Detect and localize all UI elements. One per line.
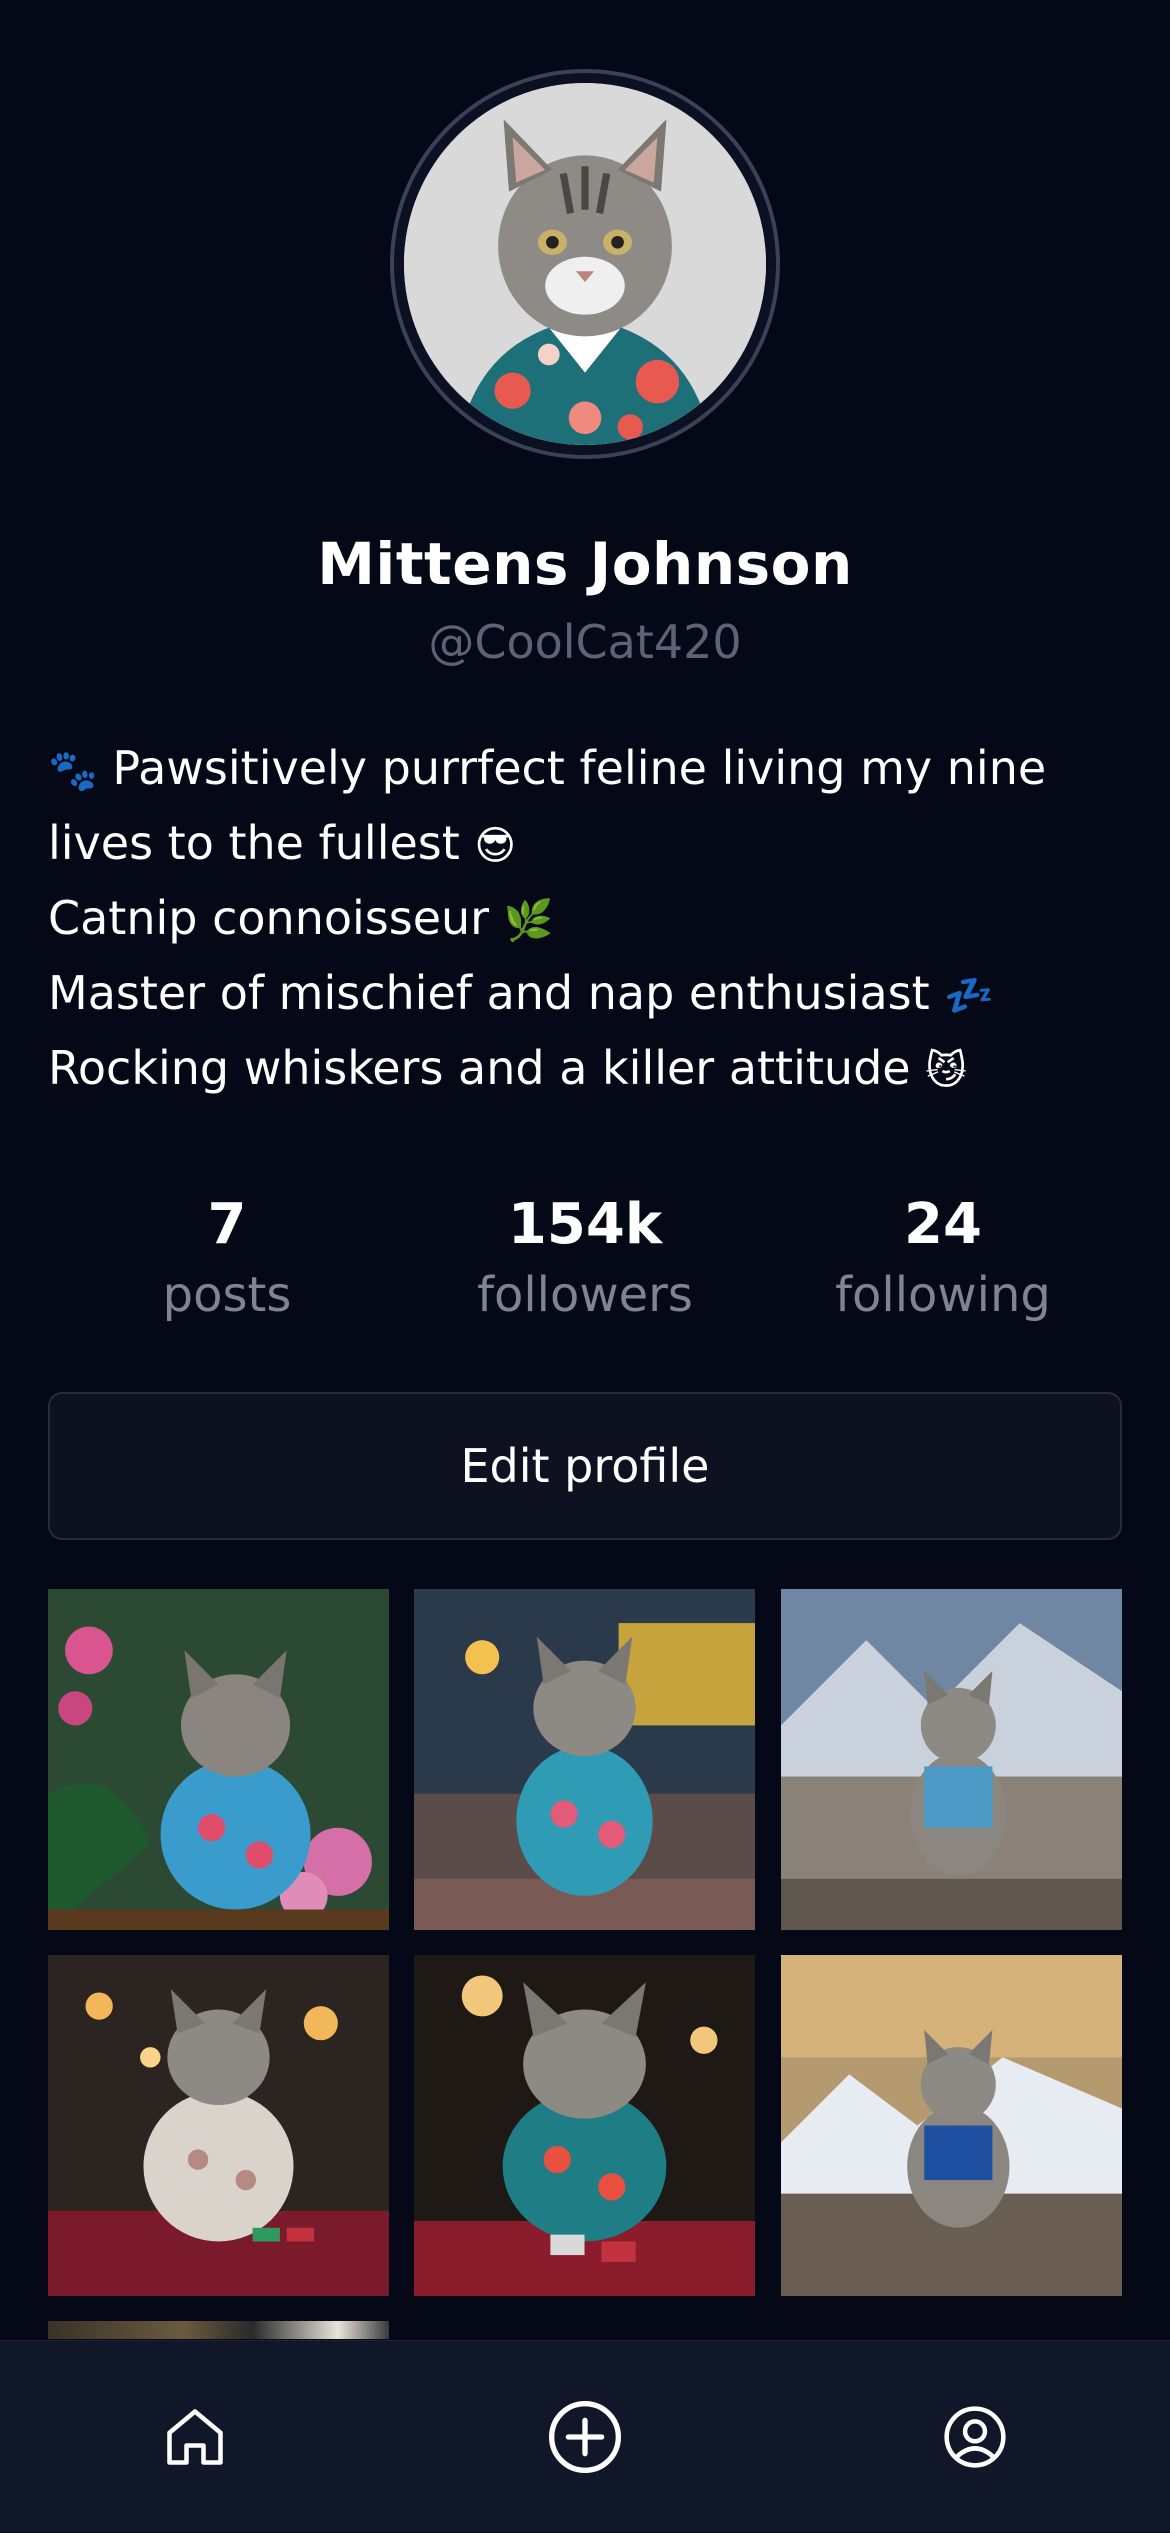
stat-posts[interactable]: 7 posts <box>48 1190 406 1350</box>
sunglasses-emoji-icon: 😎 <box>474 823 517 869</box>
post-image <box>48 1589 389 1930</box>
post-partial[interactable] <box>48 2321 389 2339</box>
stat-following-value: 24 <box>904 1192 982 1257</box>
stat-following[interactable]: 24 following <box>764 1190 1122 1350</box>
nav-profile-button[interactable] <box>900 2341 1050 2533</box>
herb-emoji-icon: 🌿 <box>503 898 554 944</box>
bio-line: Master of mischief and nap enthusiast 💤 <box>48 966 995 1020</box>
cat-avatar-illustration <box>404 83 766 445</box>
post-cat-flowers[interactable] <box>48 1589 389 1930</box>
profile-page: Mittens Johnson @CoolCat420 🐾 Pawsitivel… <box>0 0 1170 2532</box>
post-cat-mountain-sunset[interactable] <box>781 1955 1122 2296</box>
post-image <box>781 1955 1122 2296</box>
stat-posts-value: 7 <box>207 1192 247 1257</box>
sleep-emoji-icon: 💤 <box>944 973 995 1019</box>
profile-bio: 🐾 Pawsitively purrfect feline living my … <box>48 732 1128 1107</box>
bottom-nav <box>0 2340 1170 2532</box>
bio-line: 🐾 Pawsitively purrfect feline living my … <box>48 741 1047 795</box>
bio-line: lives to the fullest 😎 <box>48 816 517 870</box>
stat-following-label: following <box>835 1267 1051 1323</box>
profile-name: Mittens Johnson <box>317 530 853 598</box>
post-image <box>781 1589 1122 1930</box>
bio-line: Catnip connoisseur 🌿 <box>48 891 554 945</box>
home-icon <box>167 2409 223 2465</box>
profile-handle: @CoolCat420 <box>428 615 742 669</box>
post-cat-poker-chips[interactable] <box>414 1955 755 2296</box>
stat-followers-value: 154k <box>507 1192 663 1257</box>
post-image <box>414 1955 755 2296</box>
profile-stats: 7 posts 154k followers 24 following <box>48 1190 1122 1350</box>
stat-posts-label: posts <box>162 1267 292 1323</box>
stat-followers-label: followers <box>477 1267 693 1323</box>
post-image <box>48 1955 389 2296</box>
edit-profile-button[interactable]: Edit profile <box>48 1392 1122 1540</box>
avatar-image <box>404 83 766 445</box>
post-image <box>414 1589 755 1930</box>
smirking-cat-emoji-icon: 😼 <box>925 1048 967 1094</box>
stat-followers[interactable]: 154k followers <box>406 1190 764 1350</box>
profile-icon <box>944 2406 1006 2468</box>
bio-line: Rocking whiskers and a killer attitude 😼 <box>48 1041 967 1095</box>
paw-emoji-icon: 🐾 <box>48 748 98 794</box>
post-cat-casino-street[interactable] <box>414 1589 755 1930</box>
nav-home-button[interactable] <box>120 2341 270 2533</box>
post-cat-poker-table[interactable] <box>48 1955 389 2296</box>
avatar[interactable] <box>390 69 780 459</box>
add-post-icon <box>549 2401 621 2473</box>
nav-add-post-button[interactable] <box>510 2341 660 2533</box>
post-cat-mountains[interactable] <box>781 1589 1122 1930</box>
